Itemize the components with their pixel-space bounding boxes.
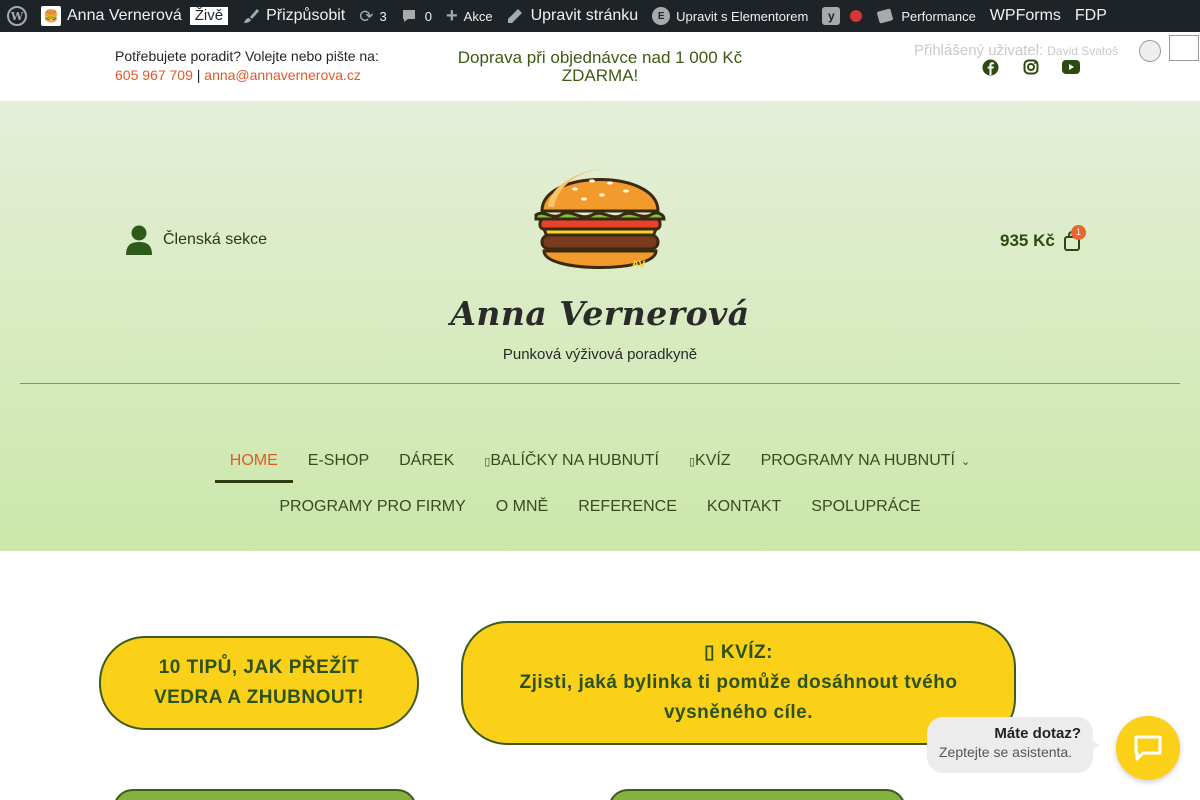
seo-menu[interactable]: y: [815, 0, 869, 32]
logged-in-label: Přihlášený uživatel:: [914, 42, 1044, 59]
nav-balicky-label: BALÍČKY NA HUBNUTÍ: [490, 452, 659, 469]
contact-prompt: Potřebujete poradit? Volejte nebo pište …: [115, 48, 379, 64]
user-avatar[interactable]: [1139, 40, 1161, 62]
main-nav-row-2: PROGRAMY PRO FIRMY O MNĚ REFERENCE KONTA…: [0, 487, 1200, 527]
comment-icon: [402, 10, 415, 22]
username: David Svatoš: [1047, 44, 1118, 58]
yoast-icon: y: [822, 7, 841, 25]
nav-balicky[interactable]: ▯BALÍČKY NA HUBNUTÍ: [469, 441, 674, 481]
tips-button[interactable]: 10 TIPŮ, JAK PŘEŽÍT VEDRA A ZHUBNOUT!: [99, 636, 419, 730]
nav-kviz[interactable]: ▯KVÍZ: [674, 441, 746, 481]
logged-in-user: Přihlášený uživatel: David Svatoš: [914, 42, 1118, 59]
nav-kviz-label: KVÍZ: [695, 452, 731, 469]
updates-icon: ⟳: [359, 6, 374, 26]
wp-logo-menu[interactable]: W: [0, 0, 34, 32]
elementor-icon: E: [652, 7, 671, 25]
contact-separator: |: [196, 67, 201, 83]
performance-label: Performance: [901, 8, 976, 24]
quiz-line-3: vysněného cíle.: [663, 702, 813, 723]
chat-open-button[interactable]: [1116, 716, 1180, 780]
chat-question: Máte dotaz?: [994, 725, 1081, 742]
quiz-line-1: ▯ KVÍZ:: [704, 642, 773, 663]
tagline: Punková výživová poradkyně: [502, 346, 698, 363]
fdp-menu[interactable]: FDP: [1068, 0, 1114, 32]
site-name-menu[interactable]: 🍔 Anna Vernerová Živě: [34, 0, 235, 32]
tips-line-1: 10 TIPŮ, JAK PŘEŽÍT: [158, 657, 360, 678]
elementor-link[interactable]: E Upravit s Elementorem: [645, 0, 815, 32]
green-button-2[interactable]: [608, 789, 906, 800]
new-label: Akce: [463, 8, 493, 24]
main-nav-row-1: HOME E-SHOP DÁREK ▯BALÍČKY NA HUBNUTÍ ▯K…: [0, 441, 1200, 483]
phone-link[interactable]: 605 967 709: [115, 67, 193, 83]
instagram-icon[interactable]: [1022, 58, 1040, 76]
cart-link[interactable]: 935 Kč: [1000, 231, 1081, 251]
nav-spoluprace[interactable]: SPOLUPRÁCE: [796, 487, 935, 527]
comments-link[interactable]: 0: [394, 0, 439, 32]
youtube-icon[interactable]: [1062, 58, 1080, 76]
shipping-notice: Doprava při objednávce nad 1 000 Kč ZDAR…: [450, 49, 750, 85]
nav-kontakt[interactable]: KONTAKT: [692, 487, 796, 527]
wpforms-label: WPForms: [989, 7, 1061, 24]
user-icon: [126, 225, 152, 255]
customize-label: Přizpůsobit: [266, 7, 346, 24]
nav-programy[interactable]: PROGRAMY NA HUBNUTÍ ⌄: [746, 441, 986, 481]
top-info-bar: Potřebujete poradit? Volejte nebo pište …: [0, 32, 1200, 101]
edit-page-link[interactable]: Upravit stránku: [500, 0, 646, 32]
performance-menu[interactable]: Performance: [869, 0, 982, 32]
nav-o-mne[interactable]: O MNĚ: [481, 487, 563, 527]
customize-link[interactable]: Přizpůsobit: [235, 0, 352, 32]
new-content-link[interactable]: + Akce: [439, 0, 500, 32]
contact-info: Potřebujete poradit? Volejte nebo pište …: [115, 47, 379, 85]
shipping-line-2: ZDARMA!: [561, 66, 639, 85]
svg-text:AV: AV: [632, 260, 645, 270]
quiz-line-2: Zjisti, jaká bylinka ti pomůže dosáhnout…: [519, 672, 958, 693]
wordpress-icon: W: [7, 6, 27, 26]
nav-eshop[interactable]: E-SHOP: [293, 441, 384, 481]
fdp-label: FDP: [1074, 7, 1107, 24]
member-section-link[interactable]: Členská sekce: [125, 225, 267, 255]
email-link[interactable]: anna@annavernerova.cz: [204, 67, 361, 83]
chat-prompt: Zeptejte se asistenta.: [939, 744, 1073, 760]
performance-icon: [877, 8, 894, 24]
site-header: Členská sekce AV Anna Vernerová Punková …: [0, 101, 1200, 551]
member-section-label: Členská sekce: [163, 231, 268, 248]
comments-count: 0: [424, 8, 432, 24]
elementor-label: Upravit s Elementorem: [676, 8, 809, 24]
seo-status-dot: [850, 10, 863, 22]
updates-link[interactable]: ⟳ 3: [352, 0, 393, 32]
burger-logo[interactable]: AV: [530, 159, 670, 279]
nav-reference[interactable]: REFERENCE: [563, 487, 692, 527]
admin-bar: W 🍔 Anna Vernerová Živě Přizpůsobit ⟳ 3 …: [0, 0, 1200, 32]
chat-teaser-tail: [1090, 738, 1099, 752]
green-button-1[interactable]: [113, 789, 417, 800]
cart-count-badge: 1: [1071, 225, 1086, 240]
tips-line-2: VEDRA A ZHUBNOUT!: [153, 687, 365, 708]
nav-darek[interactable]: DÁREK: [384, 441, 469, 481]
header-divider: [20, 383, 1180, 384]
brand-name[interactable]: Anna Vernerová: [0, 294, 1200, 333]
site-name: Anna Vernerová: [67, 7, 182, 24]
plus-icon: +: [445, 5, 458, 27]
user-menu-box[interactable]: [1169, 35, 1199, 61]
wpforms-menu[interactable]: WPForms: [983, 0, 1068, 32]
chat-icon: [1134, 735, 1162, 761]
nav-programy-firmy[interactable]: PROGRAMY PRO FIRMY: [264, 487, 480, 527]
brush-icon: [244, 9, 260, 23]
chevron-down-icon: ⌄: [960, 456, 971, 468]
live-badge: Živě: [189, 7, 229, 25]
site-favicon-icon: 🍔: [41, 6, 61, 26]
chat-teaser[interactable]: Máte dotaz? Zeptejte se asistenta.: [927, 717, 1093, 773]
nav-home[interactable]: HOME: [214, 441, 293, 483]
facebook-icon[interactable]: [981, 58, 999, 76]
pencil-icon: [507, 9, 522, 23]
edit-page-label: Upravit stránku: [530, 7, 639, 24]
cart-total: 935 Kč: [1000, 231, 1055, 250]
updates-count: 3: [379, 8, 387, 24]
shipping-line-1: Doprava při objednávce nad 1 000 Kč: [457, 48, 743, 67]
nav-programy-label: PROGRAMY NA HUBNUTÍ: [760, 452, 955, 469]
